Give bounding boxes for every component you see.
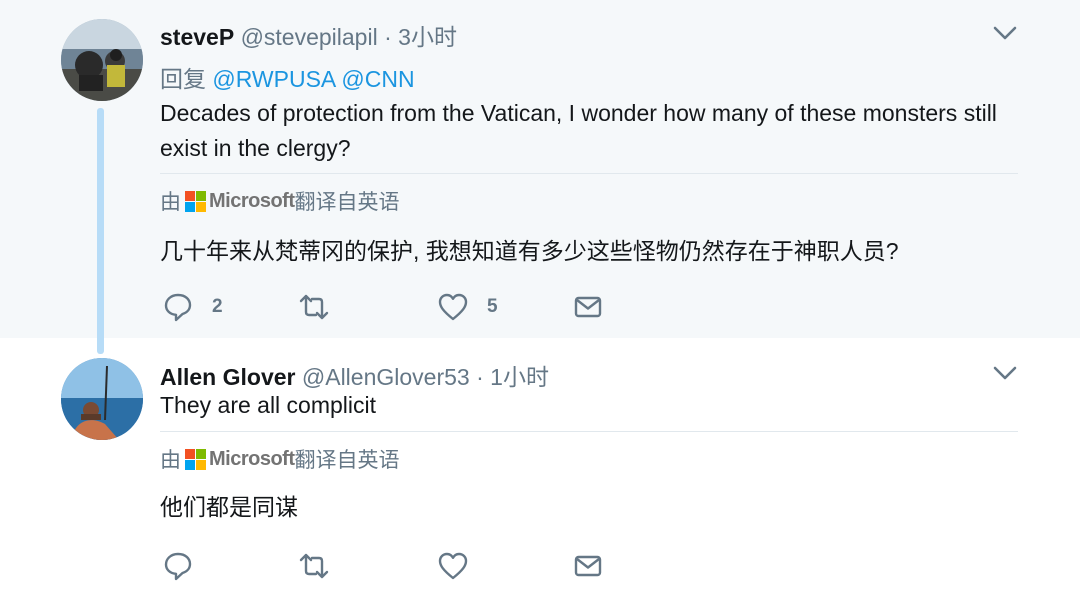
translated-text: 几十年来从梵蒂冈的保护, 我想知道有多少这些怪物仍然存在于神职人员? (160, 238, 899, 264)
direct-message-button[interactable] (572, 546, 604, 586)
translate-prefix: 由 (160, 191, 181, 214)
divider (160, 431, 1018, 432)
tweet-actions (160, 546, 620, 586)
reply-prefix: 回复 (160, 66, 213, 92)
like-icon (438, 552, 468, 580)
replying-to: 回复 @RWPUSA @CNN (160, 60, 415, 94)
timestamp[interactable]: 3小时 (398, 24, 457, 50)
display-name[interactable]: steveP (160, 24, 234, 50)
tweet-header: Allen Glover @AllenGlover53 · 1小时 (160, 358, 549, 392)
tweet-allen-glover[interactable]: Allen Glover @AllenGlover53 · 1小时 They a… (0, 338, 1080, 591)
like-button[interactable] (437, 546, 487, 586)
avatar-allen-glover[interactable] (61, 358, 143, 440)
chevron-down-icon[interactable] (992, 20, 1018, 46)
separator-dot: · (377, 24, 399, 50)
divider (160, 173, 1018, 174)
reply-icon (164, 293, 192, 322)
retweet-button[interactable] (298, 287, 348, 327)
thread-connector (97, 108, 104, 354)
user-handle[interactable]: @stevepilapil (241, 24, 378, 50)
microsoft-logo (185, 190, 206, 212)
translate-suffix: 翻译自英语 (294, 191, 400, 214)
mention-rwpusa[interactable]: @RWPUSA (212, 66, 335, 92)
timestamp[interactable]: 1小时 (490, 364, 549, 390)
microsoft-wordmark: Microsoft (209, 189, 295, 212)
avatar-stevep[interactable] (61, 19, 143, 101)
separator-dot: · (469, 364, 491, 390)
direct-message-button[interactable] (572, 287, 604, 327)
retweet-icon (299, 294, 329, 320)
user-handle[interactable]: @AllenGlover53 (302, 364, 470, 390)
translate-suffix: 翻译自英语 (294, 449, 400, 472)
retweet-button[interactable] (298, 546, 348, 586)
retweet-icon (299, 553, 329, 579)
microsoft-logo (185, 448, 206, 470)
reply-button[interactable] (162, 546, 212, 586)
translation-attribution[interactable]: 由 Microsoft 翻译自英语 (160, 186, 400, 216)
direct-message-icon (574, 296, 602, 318)
chevron-down-icon[interactable] (992, 360, 1018, 386)
tweet-text: Decades of protection from the Vatican, … (160, 100, 997, 161)
like-count: 5 (487, 296, 498, 317)
mention-cnn[interactable]: @CNN (341, 66, 414, 92)
tweet-text: They are all complicit (160, 392, 377, 418)
translate-prefix: 由 (160, 449, 181, 472)
like-button[interactable]: 5 (437, 287, 498, 327)
translation-attribution[interactable]: 由 Microsoft 翻译自英语 (160, 444, 400, 474)
microsoft-wordmark: Microsoft (209, 447, 295, 470)
tweet-stevep[interactable]: steveP @stevepilapil · 3小时 回复 @RWPUSA @C… (0, 0, 1080, 338)
reply-icon (164, 552, 192, 581)
reply-button[interactable]: 2 (162, 287, 223, 327)
tweet-actions: 2 5 (160, 287, 620, 327)
reply-count: 2 (212, 296, 223, 317)
tweet-header: steveP @stevepilapil · 3小时 (160, 18, 457, 52)
display-name[interactable]: Allen Glover (160, 364, 295, 390)
direct-message-icon (574, 555, 602, 577)
translated-text: 他们都是同谋 (160, 494, 298, 520)
like-icon (438, 293, 468, 321)
